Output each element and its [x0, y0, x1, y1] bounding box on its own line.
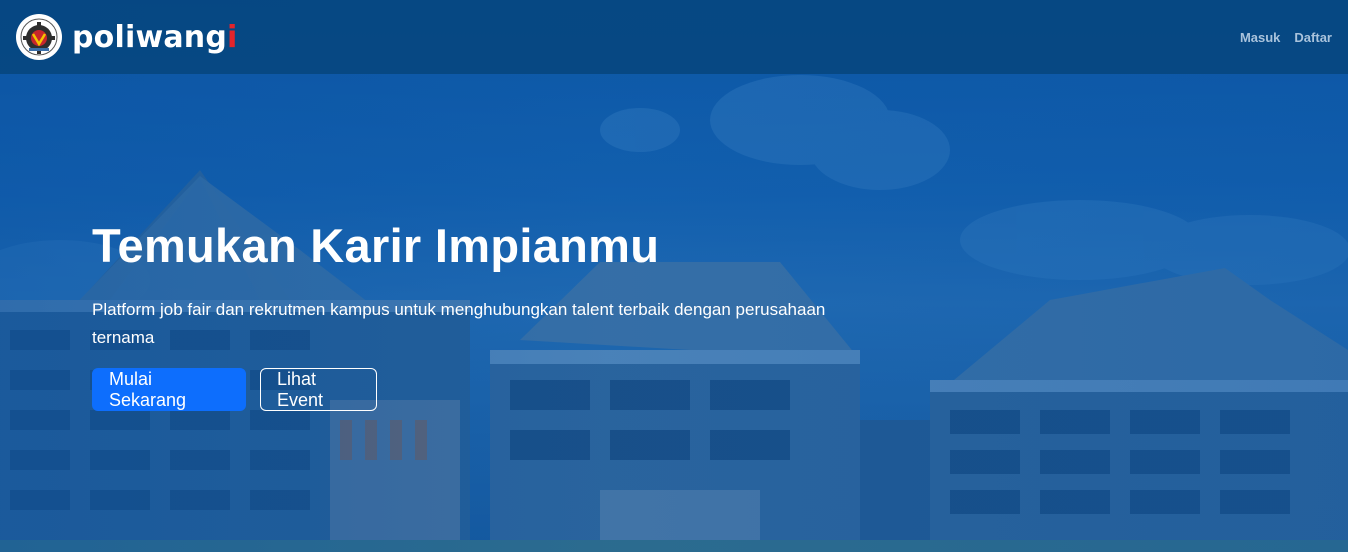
nav-login-link[interactable]: Masuk: [1240, 30, 1280, 45]
hero-subtitle: Platform job fair dan rekrutmen kampus u…: [92, 300, 826, 347]
get-started-button[interactable]: Mulai Sekarang: [92, 368, 246, 411]
hero-content: Temukan Karir Impianmu Platform job fair…: [92, 218, 852, 411]
top-navbar: poliwangi Masuk Daftar: [0, 0, 1348, 74]
brand-name-accent: i: [227, 19, 238, 55]
brand-name: poliwangi: [72, 20, 238, 55]
nav-links: Masuk Daftar: [1240, 30, 1332, 45]
hero-actions: Mulai Sekarang Lihat Event: [92, 368, 852, 411]
nav-register-link[interactable]: Daftar: [1294, 30, 1332, 45]
view-events-button[interactable]: Lihat Event: [260, 368, 377, 411]
hero-title: Temukan Karir Impianmu: [92, 219, 660, 272]
brand-link[interactable]: poliwangi: [16, 14, 238, 60]
brand-name-main: poliwang: [72, 19, 228, 55]
poliwangi-logo-icon: [16, 14, 62, 60]
